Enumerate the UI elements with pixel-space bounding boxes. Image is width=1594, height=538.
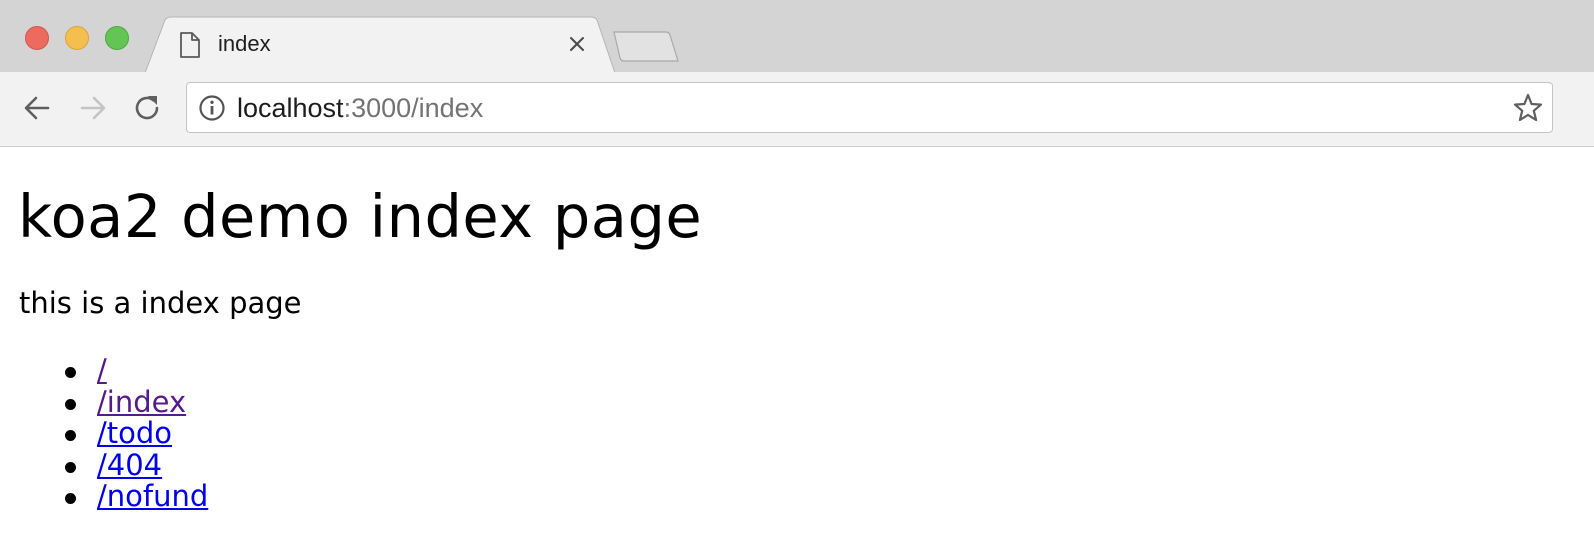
list-item: /index [65,385,208,419]
page-icon [180,32,200,58]
nav-link[interactable]: / [97,353,107,387]
browser-toolbar: localhost:3000/index [0,72,1594,147]
new-tab-button[interactable] [610,30,682,64]
window-minimize-button[interactable] [65,26,89,50]
bullet-icon [65,430,76,441]
page-heading: koa2 demo index page [18,182,703,251]
info-icon[interactable] [198,94,226,122]
nav-link[interactable]: /404 [97,448,162,482]
bullet-icon [65,461,76,473]
tab-active[interactable]: index [145,16,615,73]
bullet-icon [65,367,76,378]
bullet-icon [65,398,76,410]
address-url[interactable]: localhost:3000/index [237,92,483,124]
list-item: / [65,353,208,387]
list-item: /nofund [65,479,208,513]
nav-link[interactable]: /todo [97,416,172,450]
arrow-right-icon[interactable] [77,92,109,124]
page-content: koa2 demo index page this is a index pag… [0,147,1594,538]
star-icon[interactable] [1512,92,1544,124]
tab-shape [145,16,615,73]
close-icon[interactable] [565,32,589,56]
bullet-icon [65,493,76,504]
address-bar[interactable]: localhost:3000/index [186,82,1553,133]
window-maximize-button[interactable] [105,26,129,50]
nav-link[interactable]: /nofund [97,479,208,513]
list-item: /todo [65,416,208,450]
arrow-left-icon[interactable] [21,92,53,124]
reload-icon[interactable] [131,92,163,124]
link-list: //index/todo/404/nofund [0,353,208,513]
window-close-button[interactable] [25,26,49,50]
tab-strip: index [0,0,1594,73]
url-path: :3000/index [343,93,484,123]
nav-link[interactable]: /index [97,385,186,419]
browser-window: index localhost:3000/index koa2 demo ind… [0,0,1594,538]
list-item: /404 [65,448,208,482]
url-host: localhost [237,93,344,123]
page-description: this is a index page [19,286,302,320]
tab-title: index [218,31,271,56]
